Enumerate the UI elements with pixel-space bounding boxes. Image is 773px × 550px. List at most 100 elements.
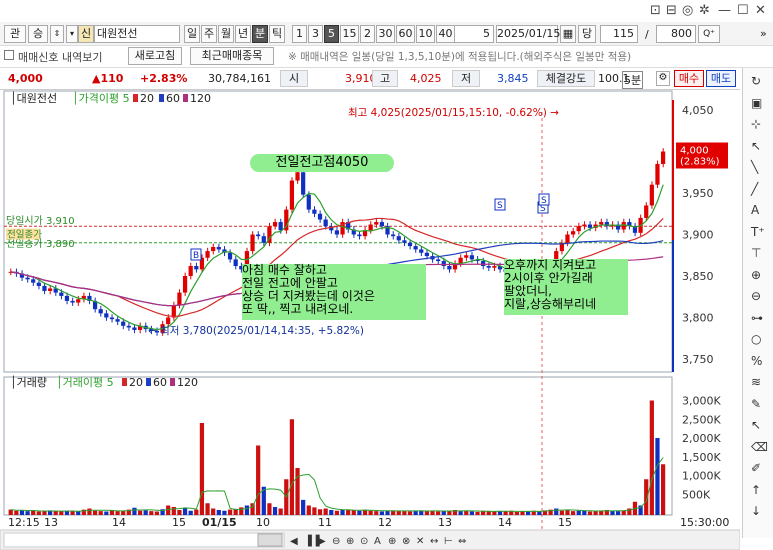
volume-bar bbox=[323, 508, 328, 515]
interval-button-1[interactable]: 1 bbox=[292, 25, 307, 43]
pen-icon[interactable]: ✎ bbox=[751, 397, 761, 411]
bottom-control-3[interactable]: ⊖ bbox=[332, 536, 340, 547]
interval-tag: 5분 bbox=[622, 71, 644, 89]
vertical-line-icon[interactable]: ⊤ bbox=[751, 246, 761, 260]
day-button[interactable]: 당 bbox=[578, 25, 596, 43]
bottom-control-6[interactable]: A bbox=[374, 536, 381, 547]
count-field[interactable]: 115 bbox=[600, 25, 638, 43]
tile-icon[interactable]: ⊟ bbox=[666, 3, 677, 18]
scrollbar-thumb[interactable] bbox=[257, 533, 283, 547]
interval-button-3[interactable]: 3 bbox=[308, 25, 323, 43]
stock-name-field[interactable]: 대원전선 bbox=[94, 25, 180, 43]
close-icon[interactable]: ✕ bbox=[755, 3, 766, 18]
ray-icon[interactable]: ╲ bbox=[751, 160, 758, 174]
volume-bar bbox=[76, 511, 81, 515]
gear-icon[interactable]: ⚙ bbox=[656, 71, 670, 86]
bottom-control-2[interactable]: ▶ bbox=[318, 536, 326, 547]
bottom-control-5[interactable]: ⊙ bbox=[360, 536, 368, 547]
bottom-control-8[interactable]: ⊗ bbox=[402, 536, 410, 547]
interval-button-15[interactable]: 15 bbox=[340, 25, 359, 43]
maximize-icon[interactable]: ☐ bbox=[737, 3, 749, 18]
view-count-select[interactable]: 5 bbox=[454, 25, 494, 43]
period-button-2[interactable]: 월 bbox=[218, 25, 234, 43]
volume-bar bbox=[368, 510, 373, 515]
line-icon[interactable]: ╱ bbox=[751, 182, 758, 196]
t-icon[interactable]: T⁺ bbox=[751, 225, 765, 239]
redo-icon[interactable]: ↻ bbox=[751, 74, 761, 88]
bottom-control-4[interactable]: ⊕ bbox=[346, 536, 354, 547]
interval-button-60[interactable]: 60 bbox=[396, 25, 415, 43]
search-icon[interactable]: Q⁺ bbox=[698, 25, 720, 43]
fib-icon[interactable]: ≋ bbox=[751, 375, 761, 389]
chevron-down-icon[interactable]: ▾ bbox=[66, 25, 78, 43]
period-button-1[interactable]: 주 bbox=[201, 25, 217, 43]
zoom-in-icon[interactable]: ⊕ bbox=[751, 268, 761, 282]
bottom-control-9[interactable]: ✕ bbox=[416, 536, 424, 547]
interval-button-5[interactable]: 5 bbox=[324, 25, 339, 43]
more-icon[interactable]: » bbox=[760, 27, 767, 40]
bottom-control-7[interactable]: ⊕ bbox=[388, 536, 396, 547]
step-button[interactable]: 승 bbox=[28, 25, 48, 43]
candle-body bbox=[177, 292, 182, 306]
scrollbar-track[interactable] bbox=[3, 532, 285, 548]
bottom-control-11[interactable]: ⊢ bbox=[444, 536, 453, 547]
price-ma-legend-label: │가격이평 5 bbox=[72, 91, 130, 105]
period-button-4[interactable]: 분 bbox=[252, 25, 268, 43]
candle-body bbox=[109, 317, 115, 320]
chart-toolbar: 관 승 ⇕ ▾ 신 대원전선 일주월년분틱 1 3 5 15 2 30 60 10 40 5 2… bbox=[0, 22, 773, 46]
calendar-icon[interactable]: ▦ bbox=[560, 25, 576, 43]
bottom-control-10[interactable]: ↔ bbox=[430, 536, 438, 547]
percent-icon[interactable]: % bbox=[751, 354, 762, 368]
period-button-3[interactable]: 년 bbox=[235, 25, 251, 43]
pointer-icon[interactable]: ↖ bbox=[751, 418, 761, 432]
interval-button-40[interactable]: 40 bbox=[436, 25, 455, 43]
recent-stocks-button[interactable]: 최근매매종목 bbox=[190, 47, 274, 65]
window-icon[interactable]: ⊡ bbox=[650, 3, 661, 18]
camera-icon[interactable]: ◎ bbox=[682, 3, 693, 18]
volume-bar bbox=[267, 503, 272, 515]
layout-icon[interactable]: ▣ bbox=[751, 96, 762, 110]
interval-button-30[interactable]: 30 bbox=[376, 25, 395, 43]
interval-button-2[interactable]: 2 bbox=[360, 25, 375, 43]
bottom-control-0[interactable]: ◀ bbox=[290, 536, 298, 547]
candle-body bbox=[132, 327, 137, 330]
up-arrow-icon[interactable]: ↑ bbox=[751, 483, 761, 497]
auto-icon[interactable]: A bbox=[751, 203, 759, 217]
candle-body bbox=[188, 266, 193, 276]
interval-button-10[interactable]: 10 bbox=[416, 25, 435, 43]
trend-line-icon[interactable]: ↖ bbox=[751, 139, 761, 153]
buy-button[interactable]: 매수 bbox=[674, 70, 704, 87]
measure-icon[interactable]: ⊶ bbox=[751, 311, 763, 325]
zoom-out-icon[interactable]: ⊖ bbox=[751, 289, 761, 303]
spin-icon[interactable]: ⇕ bbox=[50, 25, 64, 43]
volume-bar bbox=[289, 419, 295, 515]
circle-icon[interactable]: ○ bbox=[751, 332, 761, 346]
volume-bar bbox=[402, 511, 407, 515]
period-button-5[interactable]: 틱 bbox=[269, 25, 285, 43]
menu-button[interactable]: 관 bbox=[4, 25, 26, 43]
sell-button[interactable]: 매도 bbox=[706, 70, 736, 87]
volume-bar bbox=[188, 510, 193, 515]
candle-body bbox=[227, 252, 233, 260]
period-button-0[interactable]: 일 bbox=[184, 25, 200, 43]
total-field[interactable]: 800 bbox=[656, 25, 696, 43]
crosshair-icon[interactable]: ⊹ bbox=[751, 117, 761, 131]
volume-bar bbox=[8, 509, 13, 515]
signal-checkbox[interactable] bbox=[4, 50, 14, 60]
bottom-control-12[interactable]: ⇔ bbox=[458, 536, 466, 547]
volume-bar bbox=[272, 507, 278, 515]
volume-bar bbox=[211, 508, 216, 515]
eraser-icon[interactable]: ⌫ bbox=[751, 440, 768, 454]
date-field[interactable]: 2025/01/15 bbox=[496, 25, 560, 43]
candle-body bbox=[660, 151, 666, 164]
down-arrow-icon[interactable]: ↓ bbox=[751, 504, 761, 518]
settings-icon[interactable]: ✲ bbox=[699, 3, 710, 18]
trade-volume: 30,784,161 bbox=[208, 72, 271, 85]
candle-body bbox=[278, 222, 283, 231]
refresh-button[interactable]: 새로고침 bbox=[128, 47, 182, 65]
volume-bar bbox=[154, 511, 160, 515]
volume-bar bbox=[31, 510, 36, 515]
brush-icon[interactable]: ✐ bbox=[751, 461, 761, 475]
volume-bar bbox=[514, 511, 519, 515]
minimize-icon[interactable]: — bbox=[718, 3, 731, 18]
